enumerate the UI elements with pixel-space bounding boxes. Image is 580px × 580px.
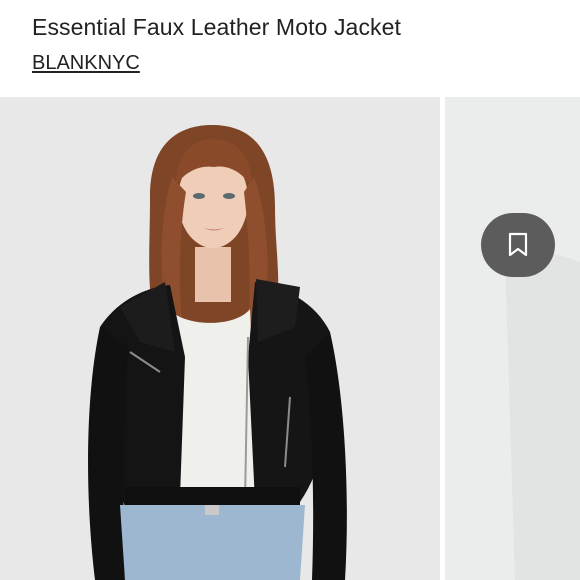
- image-gallery[interactable]: [0, 95, 580, 580]
- model-illustration: [88, 125, 347, 580]
- next-photo-preview: [445, 97, 580, 580]
- product-photo-next[interactable]: [445, 97, 580, 580]
- brand-link[interactable]: BLANKNYC: [32, 52, 140, 75]
- bookmark-button[interactable]: [481, 213, 555, 277]
- product-header: Essential Faux Leather Moto Jacket BLANK…: [0, 0, 580, 95]
- product-title: Essential Faux Leather Moto Jacket: [32, 14, 402, 40]
- product-photo-main[interactable]: [0, 97, 440, 580]
- bookmark-icon: [508, 232, 528, 257]
